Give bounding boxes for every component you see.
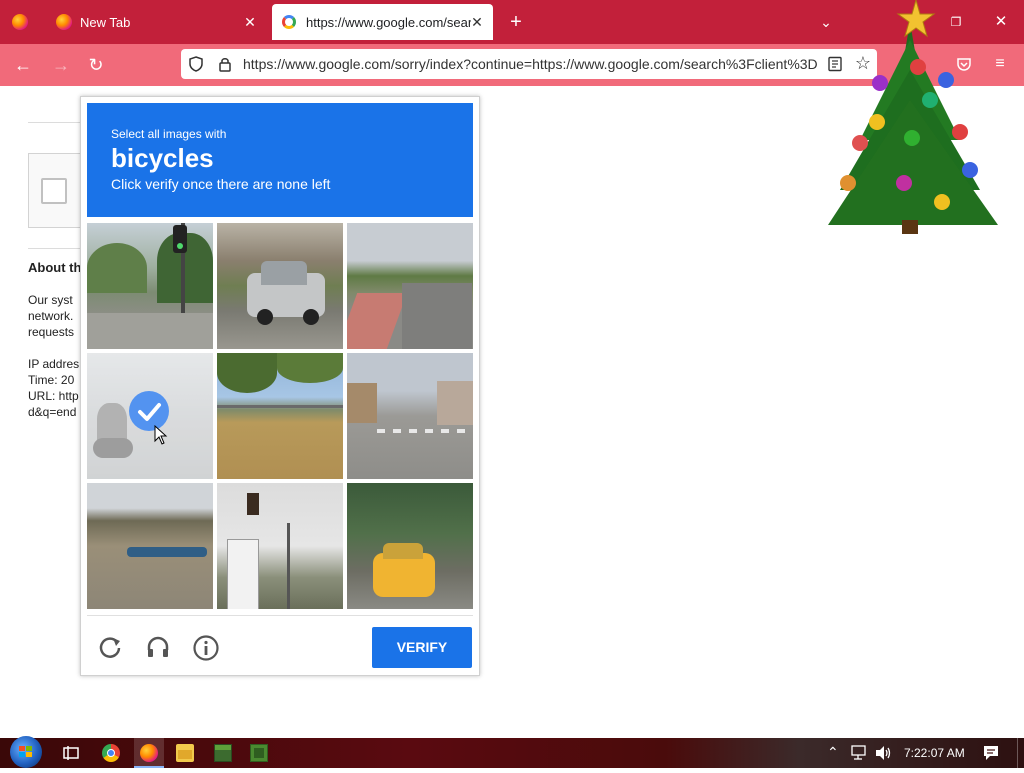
firefox-taskbar-active[interactable]	[134, 738, 164, 768]
windows-logo-icon	[19, 746, 32, 757]
firefox-icon	[12, 14, 28, 30]
info-line: IP addres	[28, 357, 80, 371]
captcha-tile-traffic-signal[interactable]	[217, 483, 343, 609]
target-object-text: bicycles	[111, 143, 214, 173]
chrome-taskbar-icon[interactable]	[102, 744, 120, 762]
minecraft-launcher-icon[interactable]	[250, 744, 268, 762]
page-body-text: Our syst network. requests	[28, 292, 88, 340]
verify-button[interactable]: VERIFY	[372, 627, 472, 668]
instruction-text: Select all images with	[111, 127, 227, 141]
body-line: network.	[28, 309, 74, 323]
shield-icon[interactable]	[188, 56, 204, 72]
captcha-tile-motorcycle-selected[interactable]	[87, 353, 213, 479]
firefox-taskbar-icon	[140, 744, 158, 762]
captcha-tile-pickup-truck[interactable]	[217, 223, 343, 349]
info-line: URL: http	[28, 389, 79, 403]
body-line: requests	[28, 325, 75, 339]
url-text[interactable]: https://www.google.com/sorry/index?conti…	[243, 56, 817, 74]
captcha-footer-divider	[87, 615, 473, 616]
info-line: d&q=end	[28, 405, 77, 419]
captcha-tile-yellow-taxi[interactable]	[347, 483, 473, 609]
tab-label: https://www.google.com/searc	[306, 14, 471, 30]
recaptcha-checkbox-box	[28, 153, 80, 228]
captcha-tile-residential-street[interactable]	[347, 223, 473, 349]
show-desktop-button[interactable]	[1017, 738, 1024, 768]
captcha-tile-beach-boat[interactable]	[87, 483, 213, 609]
body-line: Our syst	[28, 293, 73, 307]
minecraft-icon[interactable]	[214, 744, 232, 762]
info-icon[interactable]	[192, 634, 220, 662]
notification-center-icon[interactable]	[982, 744, 1000, 762]
back-arrow-icon[interactable]: ←	[12, 54, 34, 76]
audio-challenge-headphones-icon[interactable]	[145, 634, 171, 660]
close-tab-icon[interactable]: ✕	[469, 14, 485, 30]
firefox-icon	[56, 14, 72, 30]
instruction-note: Click verify once there are none left	[111, 176, 331, 192]
network-icon[interactable]	[851, 745, 869, 761]
volume-icon[interactable]	[874, 745, 892, 761]
captcha-tile-crosswalk[interactable]	[347, 353, 473, 479]
google-icon	[282, 15, 296, 29]
page-info-text: IP addres Time: 20 URL: http d&q=end	[28, 356, 88, 420]
recaptcha-checkbox[interactable]	[41, 178, 67, 204]
show-hidden-icons-chevron-icon[interactable]: ⌃	[827, 744, 839, 761]
tab-label: New Tab	[80, 14, 131, 30]
info-line: Time: 20	[28, 373, 75, 387]
forward-arrow-icon[interactable]: →	[50, 54, 72, 76]
tab-new-tab[interactable]: New Tab ✕	[46, 4, 266, 40]
reload-icon[interactable]: ↻	[85, 54, 107, 76]
mouse-cursor-icon	[154, 425, 168, 445]
close-tab-icon[interactable]: ✕	[242, 14, 258, 30]
about-heading: About th	[28, 260, 82, 275]
captcha-header: Select all images with bicycles Click ve…	[87, 103, 473, 217]
reload-challenge-icon[interactable]	[97, 634, 123, 660]
task-view-icon[interactable]	[62, 744, 80, 762]
file-explorer-icon[interactable]	[176, 744, 194, 762]
christmas-tree-decoration	[828, 0, 998, 234]
captcha-tile-traffic-light[interactable]	[87, 223, 213, 349]
system-clock[interactable]: 7:22:07 AM	[904, 746, 965, 760]
divider	[28, 248, 80, 249]
captcha-tile-palm-trees[interactable]	[217, 353, 343, 479]
tab-active-google[interactable]: https://www.google.com/searc ✕	[272, 4, 493, 40]
divider	[28, 122, 80, 123]
new-tab-button[interactable]: +	[506, 12, 526, 32]
firefox-menu-tab[interactable]	[4, 4, 40, 40]
lock-icon[interactable]	[217, 56, 233, 72]
start-button[interactable]	[10, 736, 42, 768]
